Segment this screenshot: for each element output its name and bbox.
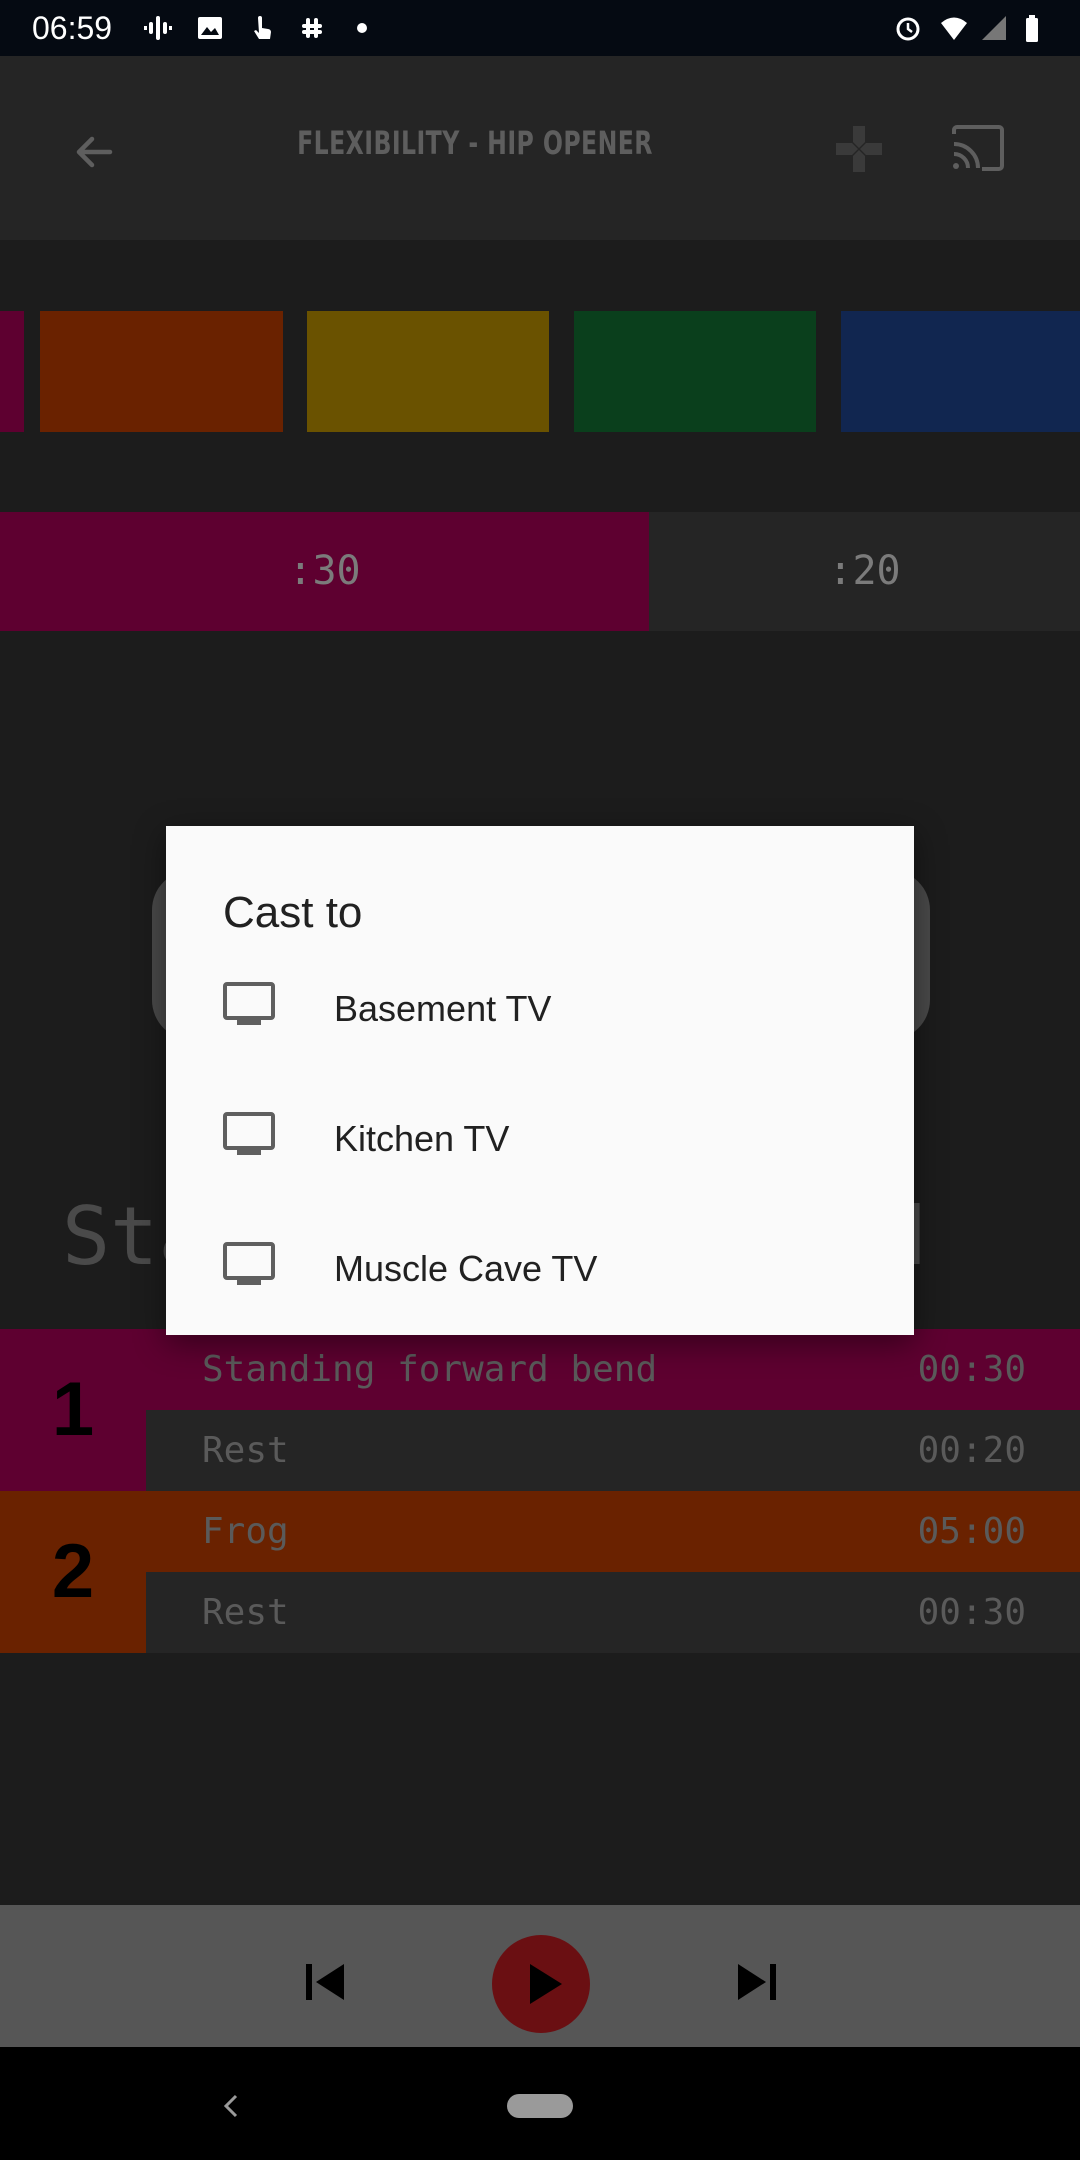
tv-icon [223, 1112, 275, 1155]
device-kitchen-tv[interactable]: Kitchen TV [166, 1074, 914, 1204]
device-label: Basement TV [334, 988, 552, 1029]
cast-dialog: Cast to Basement TV Kitchen TV Muscle Ca… [166, 826, 914, 1335]
tv-icon [223, 982, 275, 1025]
device-basement-tv[interactable]: Basement TV [166, 944, 914, 1074]
dialog-title: Cast to [223, 888, 363, 937]
tv-icon [223, 1242, 275, 1285]
device-label: Kitchen TV [334, 1118, 510, 1159]
device-muscle-cave-tv[interactable]: Muscle Cave TV [166, 1204, 914, 1334]
device-label: Muscle Cave TV [334, 1248, 598, 1289]
nav-back-icon[interactable] [218, 2090, 244, 2122]
home-pill[interactable] [507, 2094, 573, 2118]
